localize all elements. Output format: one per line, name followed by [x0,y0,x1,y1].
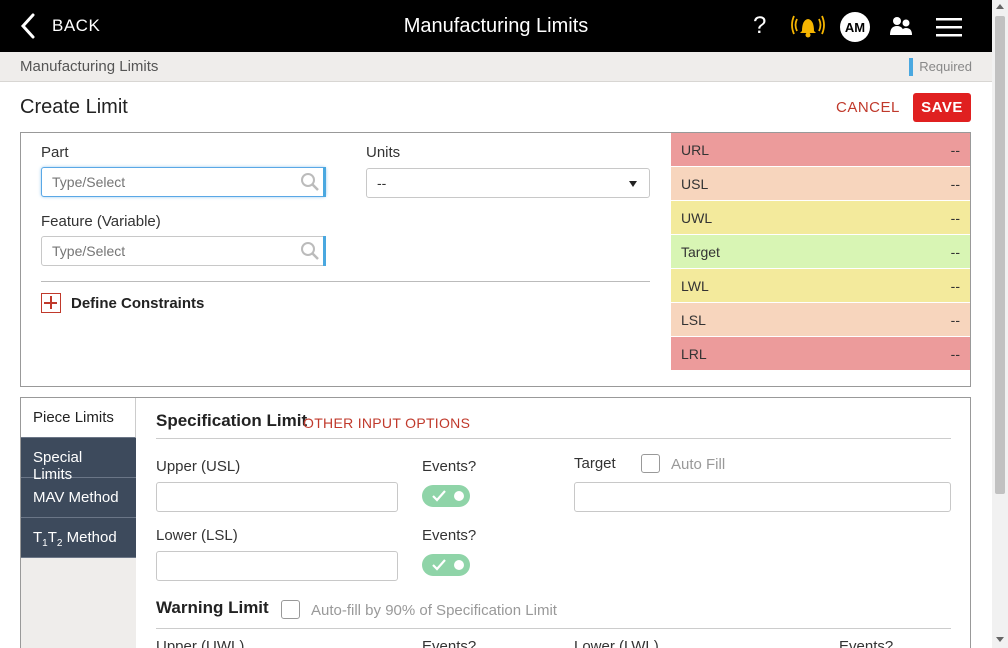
limit-value: -- [950,141,960,158]
limit-value: -- [950,243,960,260]
units-label: Units [366,144,401,161]
required-legend: Required [909,58,972,76]
limit-row-uwl: UWL -- [671,201,970,235]
target-label: Target [574,455,616,472]
limit-label: USL [681,175,709,192]
scrollbar-thumb[interactable] [995,16,1005,494]
limit-value: -- [950,175,960,192]
divider [41,281,650,282]
users-icon[interactable] [888,13,914,39]
scroll-down-arrow-icon[interactable] [996,637,1004,642]
tab-t1-letter: T [33,529,43,546]
tab-special-limits[interactable]: Special Limits [21,438,136,483]
tab-t1t2-method[interactable]: T1T2 Method [21,518,136,558]
page-title: Create Limit [20,96,128,118]
limit-label: LWL [681,277,709,294]
page-scrollbar[interactable] [992,0,1008,648]
bell-alert-icon[interactable] [791,11,825,41]
limit-definition-panel: Part Units -- Feature (Variable) Define … [20,132,971,387]
warning-autofill-checkbox[interactable] [281,600,300,619]
feature-select [41,236,326,266]
warning-autofill-label: Auto-fill by 90% of Specification Limit [311,602,557,619]
lsl-events-label: Events? [422,527,477,544]
required-indicator [323,236,326,266]
method-tabs: Piece Limits Special Limits MAV Method T… [21,398,136,648]
divider [156,438,951,439]
define-constraints-label: Define Constraints [71,294,205,312]
target-autofill-checkbox[interactable] [641,454,660,473]
part-select [41,167,326,197]
limit-row-lwl: LWL -- [671,269,970,303]
tab-mav-method[interactable]: MAV Method [21,478,136,518]
uwl-label: Upper (UWL) [156,638,245,648]
usl-events-label: Events? [422,458,477,475]
toggle-knob [454,560,464,570]
caret-down-icon [629,181,637,187]
limits-summary: URL -- USL -- UWL -- Target -- LWL -- LS… [671,133,970,371]
lwl-events-label: Events? [839,638,894,648]
usl-label: Upper (USL) [156,458,241,475]
target-input[interactable] [574,482,951,512]
breadcrumb: Manufacturing Limits Required [0,52,992,82]
limit-value: -- [950,311,960,328]
cancel-button[interactable]: CANCEL [836,99,900,116]
limit-row-lrl: LRL -- [671,337,970,371]
limit-row-lsl: LSL -- [671,303,970,337]
lsl-events-toggle[interactable] [422,554,470,576]
limits-entry-panel: Piece Limits Special Limits MAV Method T… [20,397,971,648]
required-indicator [323,167,326,197]
other-input-options-link[interactable]: OTHER INPUT OPTIONS [303,415,470,431]
spec-limit-title: Specification Limit [156,411,308,430]
top-bar: BACK Manufacturing Limits ? AM [0,0,992,52]
lsl-input[interactable] [156,551,398,581]
usl-events-toggle[interactable] [422,485,470,507]
target-autofill-label: Auto Fill [671,456,726,473]
lwl-label: Lower (LWL) [574,638,659,648]
limit-row-url: URL -- [671,133,970,167]
limit-label: UWL [681,209,713,226]
units-value: -- [377,175,387,191]
uwl-events-label: Events? [422,638,477,648]
scroll-up-arrow-icon[interactable] [996,4,1004,9]
define-constraints-toggle[interactable]: Define Constraints [41,293,204,313]
part-input[interactable] [41,167,326,197]
divider [156,628,951,629]
plus-box-icon [41,293,61,313]
limit-label: Target [681,243,720,260]
lsl-label: Lower (LSL) [156,527,238,544]
search-icon[interactable] [300,172,320,192]
save-button[interactable]: SAVE [913,93,971,122]
breadcrumb-item[interactable]: Manufacturing Limits [20,58,158,75]
toggle-knob [454,491,464,501]
avatar[interactable]: AM [840,12,870,42]
limit-row-usl: USL -- [671,167,970,201]
help-icon[interactable]: ? [753,12,766,40]
limit-row-target: Target -- [671,235,970,269]
tab-method-suffix: Method [62,529,117,546]
limit-value: -- [950,209,960,226]
search-icon[interactable] [300,241,320,261]
hamburger-menu-icon[interactable] [936,17,962,37]
limit-label: URL [681,141,710,158]
limit-label: LSL [681,311,706,328]
feature-label: Feature (Variable) [41,213,161,230]
usl-input[interactable] [156,482,398,512]
tab-piece-limits[interactable]: Piece Limits [21,398,136,438]
warning-limit-title: Warning Limit [156,598,269,617]
check-icon [432,559,446,571]
units-select[interactable]: -- [366,168,650,198]
limit-label: LRL [681,345,707,362]
part-label: Part [41,144,69,161]
limit-value: -- [950,277,960,294]
limit-value: -- [950,345,960,362]
check-icon [432,490,446,502]
tab-t2-letter: T [47,529,57,546]
feature-input[interactable] [41,236,326,266]
